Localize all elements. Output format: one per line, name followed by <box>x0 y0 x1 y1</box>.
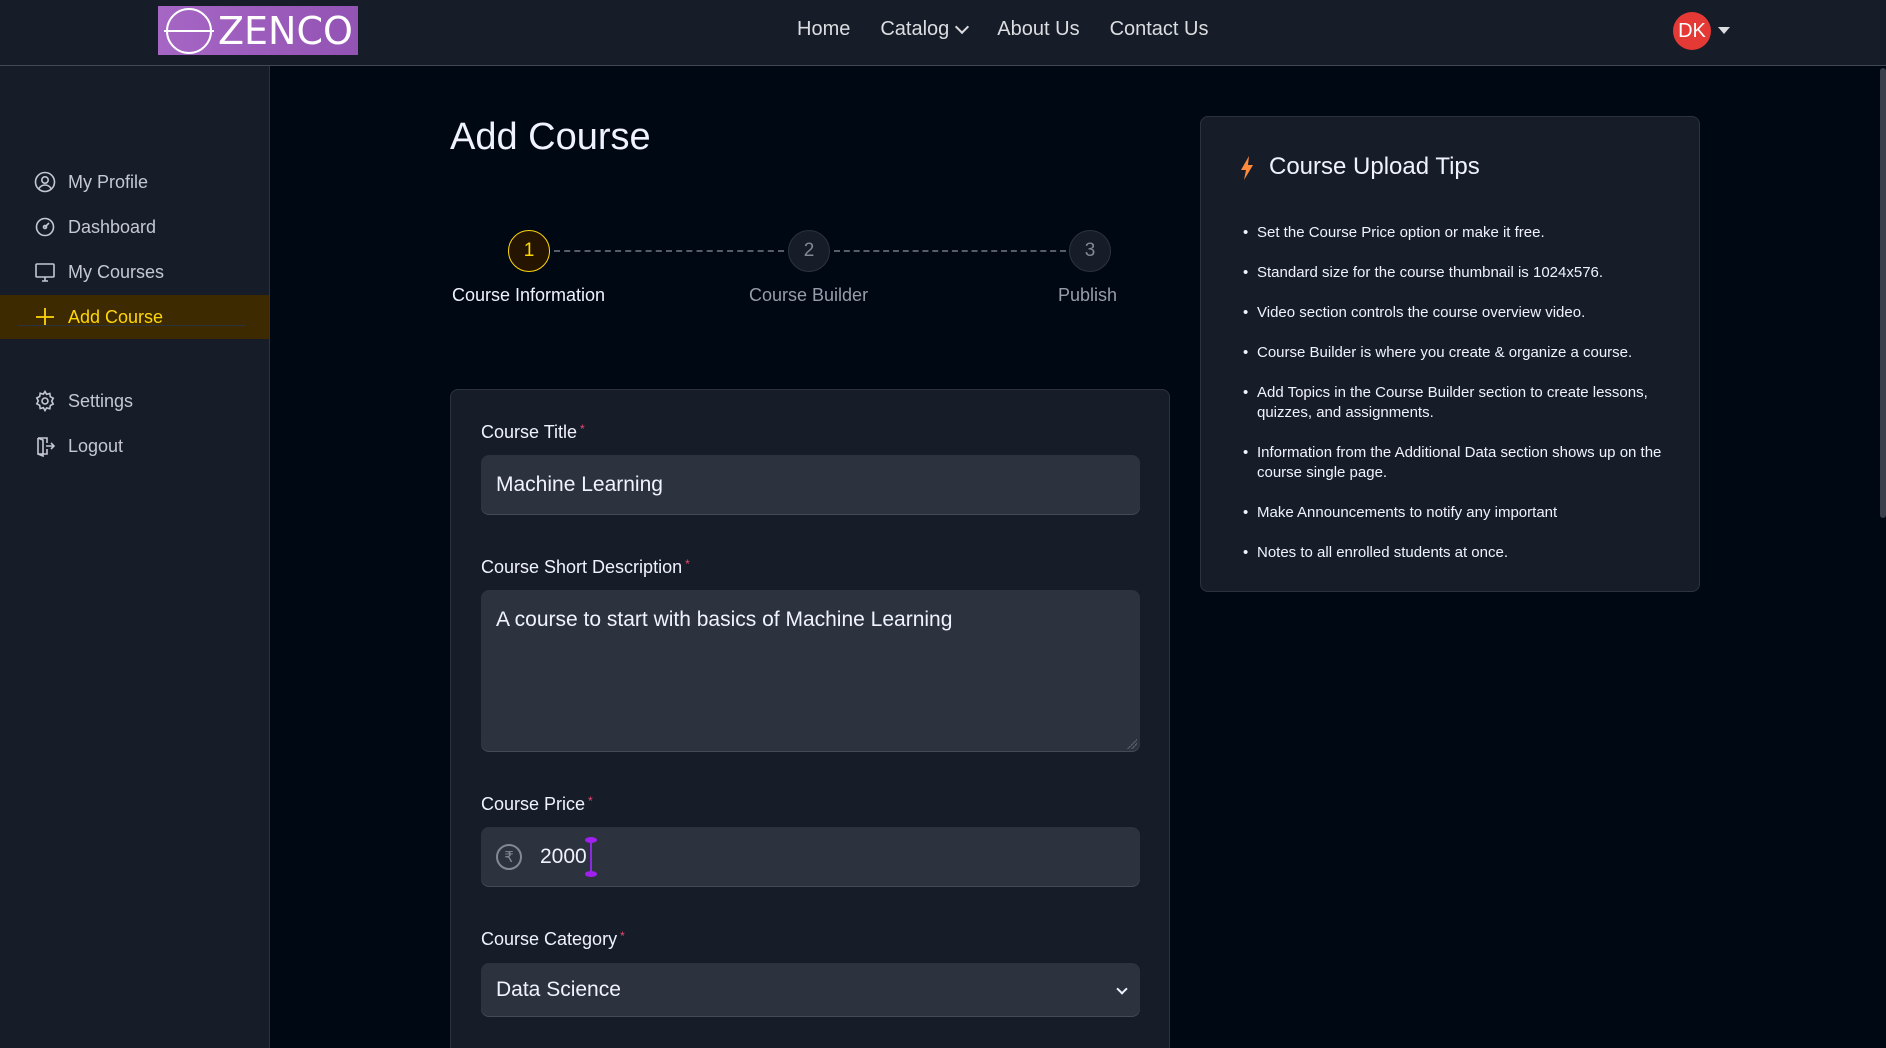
tip-item: Add Topics in the Course Builder section… <box>1243 383 1663 423</box>
course-upload-tips-panel: Course Upload Tips Set the Course Price … <box>1200 116 1700 592</box>
course-price-value: 2000 <box>540 845 587 868</box>
logo-text: ZENCO <box>218 8 353 53</box>
required-mark: * <box>580 422 585 436</box>
sidebar-item-label: My Profile <box>68 171 149 192</box>
tip-item: Make Announcements to notify any importa… <box>1243 503 1663 523</box>
course-category-label: Course Category * <box>481 929 625 950</box>
sidebar-item-logout[interactable]: Logout <box>0 424 269 468</box>
course-description-label: Course Short Description * <box>481 557 690 578</box>
tip-item: Information from the Additional Data sec… <box>1243 443 1663 483</box>
step-connector <box>834 250 1066 252</box>
sidebar-item-settings[interactable]: Settings <box>0 379 269 423</box>
dashboard-icon <box>34 216 56 238</box>
sidebar: My Profile Dashboard My Courses Add Cour… <box>0 66 270 1048</box>
logo-mark-icon <box>164 7 214 54</box>
sidebar-item-my-profile[interactable]: My Profile <box>0 160 269 204</box>
tip-item: Video section controls the course overvi… <box>1243 303 1663 323</box>
gear-icon <box>34 390 56 412</box>
course-category-select[interactable]: Data Science <box>481 963 1140 1017</box>
sidebar-item-add-course[interactable]: Add Course <box>0 295 269 339</box>
avatar[interactable]: DK <box>1673 12 1711 50</box>
caret-down-icon[interactable] <box>1718 27 1730 34</box>
progress-stepper: 1 2 3 Course Information Course Builder … <box>450 230 1120 310</box>
step-3-circle: 3 <box>1069 230 1111 272</box>
course-title-label: Course Title * <box>481 422 585 443</box>
tips-list: Set the Course Price option or make it f… <box>1243 223 1663 583</box>
course-info-form: Course Title * Machine Learning Course Sh… <box>450 389 1170 1048</box>
page-scrollbar[interactable] <box>1880 68 1886 518</box>
required-mark: * <box>685 557 690 571</box>
user-icon <box>34 171 56 193</box>
main-nav: Home Catalog About Us Contact Us <box>797 18 1209 41</box>
course-price-input[interactable]: ₹ 2000 <box>481 827 1140 887</box>
sidebar-item-dashboard[interactable]: Dashboard <box>0 205 269 249</box>
course-title-label-text: Course Title <box>481 422 578 442</box>
nav-catalog-label: Catalog <box>880 18 950 40</box>
sidebar-item-label: Settings <box>68 390 134 411</box>
page-title: Add Course <box>450 116 651 158</box>
step-1-circle: 1 <box>508 230 550 272</box>
sidebar-divider <box>18 325 246 326</box>
course-title-value: Machine Learning <box>496 473 663 496</box>
course-description-textarea[interactable]: A course to start with basics of Machine… <box>481 590 1140 752</box>
required-mark: * <box>588 794 593 808</box>
top-navbar: ZENCO Home Catalog About Us Contact Us D… <box>0 0 1886 66</box>
step-2-label: Course Builder <box>749 285 869 305</box>
sidebar-item-label: Dashboard <box>68 216 157 237</box>
step-connector <box>554 250 784 252</box>
required-mark: * <box>620 929 625 943</box>
logout-icon <box>34 435 56 457</box>
brand-logo[interactable]: ZENCO <box>158 6 358 55</box>
sidebar-item-my-courses[interactable]: My Courses <box>0 250 269 294</box>
chevron-down-icon <box>955 19 970 34</box>
course-price-label-text: Course Price <box>481 794 586 814</box>
sidebar-item-label: My Courses <box>68 261 165 282</box>
rupee-icon: ₹ <box>496 844 522 870</box>
course-category-value: Data Science <box>496 978 621 1001</box>
tips-title: Course Upload Tips <box>1269 153 1480 180</box>
course-category-label-text: Course Category <box>481 929 618 949</box>
text-cursor-icon <box>585 837 597 877</box>
chevron-down-icon <box>1116 983 1128 995</box>
tip-item: Course Builder is where you create & org… <box>1243 343 1663 363</box>
tip-item: Notes to all enrolled students at once. <box>1243 543 1663 563</box>
sidebar-item-label: Logout <box>68 435 124 456</box>
nav-home[interactable]: Home <box>797 18 850 41</box>
nav-catalog[interactable]: Catalog <box>880 18 970 41</box>
course-price-label: Course Price * <box>481 794 593 815</box>
course-description-value: A course to start with basics of Machine… <box>496 608 953 631</box>
step-2-circle: 2 <box>788 230 830 272</box>
course-title-input[interactable]: Machine Learning <box>481 455 1140 515</box>
nav-contact-us[interactable]: Contact Us <box>1110 18 1209 41</box>
lightning-icon <box>1239 156 1255 185</box>
tip-item: Standard size for the course thumbnail i… <box>1243 263 1663 283</box>
resize-handle-icon[interactable] <box>1127 739 1137 749</box>
monitor-icon <box>34 261 56 283</box>
step-3-label: Publish <box>1058 285 1118 305</box>
tip-item: Set the Course Price option or make it f… <box>1243 223 1663 243</box>
step-1-label: Course Information <box>452 285 606 305</box>
course-description-label-text: Course Short Description <box>481 557 683 577</box>
nav-about-us[interactable]: About Us <box>997 18 1079 41</box>
